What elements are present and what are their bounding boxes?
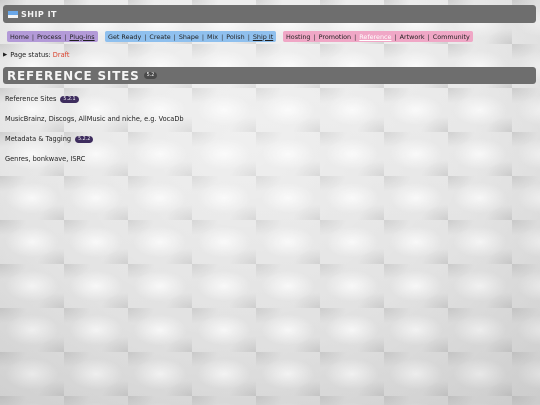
item-number-badge: 5.2.2 [75, 135, 94, 143]
flag-icon [8, 10, 18, 18]
disclosure-triangle-icon[interactable]: ▶ [3, 52, 7, 58]
section-header: REFERENCE SITES 5.2 [3, 67, 536, 84]
nav-link-get-ready[interactable]: Get Ready [108, 33, 141, 41]
nav-link-hosting[interactable]: Hosting [286, 33, 310, 41]
section-number-badge: 5.2 [143, 72, 158, 79]
nav-link-plugins[interactable]: Plug-ins [69, 33, 94, 41]
nav-separator: | [31, 32, 35, 41]
metadata-tagging-description: Genres, bonkwave, ISRC [5, 155, 85, 163]
nav-link-create[interactable]: Create [149, 33, 170, 41]
page-status-value: Draft [52, 51, 70, 59]
nav-separator: | [173, 32, 176, 41]
nav-link-promotion[interactable]: Promotion [319, 33, 352, 41]
background-texture [0, 0, 540, 405]
section-title: REFERENCE SITES [7, 68, 140, 83]
nav-link-ship-it[interactable]: Ship It [253, 33, 273, 41]
item-text: MusicBrainz, Discogs, AllMusic and niche… [5, 115, 184, 123]
nav-separator: | [201, 32, 204, 41]
item-text: Metadata & Tagging [5, 135, 72, 143]
nav-link-home[interactable]: Home [10, 33, 29, 41]
nav-separator: | [394, 32, 397, 41]
nav-separator: | [427, 32, 430, 41]
page-status[interactable]: ▶ Page status: Draft [3, 51, 69, 59]
nav-separator: | [313, 32, 316, 41]
nav-link-reference[interactable]: Reference [359, 33, 391, 41]
nav-separator: | [247, 32, 250, 41]
nav-link-artwork[interactable]: Artwork [400, 33, 425, 41]
reference-sites-heading: Reference Sites 5.2.1 [5, 95, 79, 103]
nav-separator: | [354, 32, 357, 41]
nav-group-workflow: Get Ready | Create | Shape | Mix | Polish | S… [105, 31, 277, 42]
nav-group-basics: Home | Process | Plug-ins [7, 31, 98, 42]
nav-separator: | [221, 32, 224, 41]
item-number-badge: 5.2.1 [60, 95, 79, 103]
nav-link-mix[interactable]: Mix [207, 33, 218, 41]
site-title[interactable]: SHIP IT [21, 10, 57, 19]
nav-link-community[interactable]: Community [433, 33, 470, 41]
main-navigation: Home | Process | Plug-ins Get Ready | Creat… [0, 31, 540, 43]
nav-separator: | [144, 32, 147, 41]
reference-sites-description: MusicBrainz, Discogs, AllMusic and niche… [5, 115, 184, 123]
metadata-tagging-heading: Metadata & Tagging 5.2.2 [5, 135, 94, 143]
item-text: Genres, bonkwave, ISRC [5, 155, 86, 163]
item-text: Reference Sites [5, 95, 57, 103]
page-status-label: Page status: [10, 51, 51, 59]
site-header: SHIP IT [3, 5, 536, 23]
nav-link-shape[interactable]: Shape [179, 33, 199, 41]
nav-separator: | [64, 32, 67, 41]
nav-group-release: Hosting | Promotion | Reference | Artwork | … [283, 31, 473, 42]
nav-link-process[interactable]: Process [37, 33, 61, 41]
nav-link-polish[interactable]: Polish [226, 33, 244, 41]
